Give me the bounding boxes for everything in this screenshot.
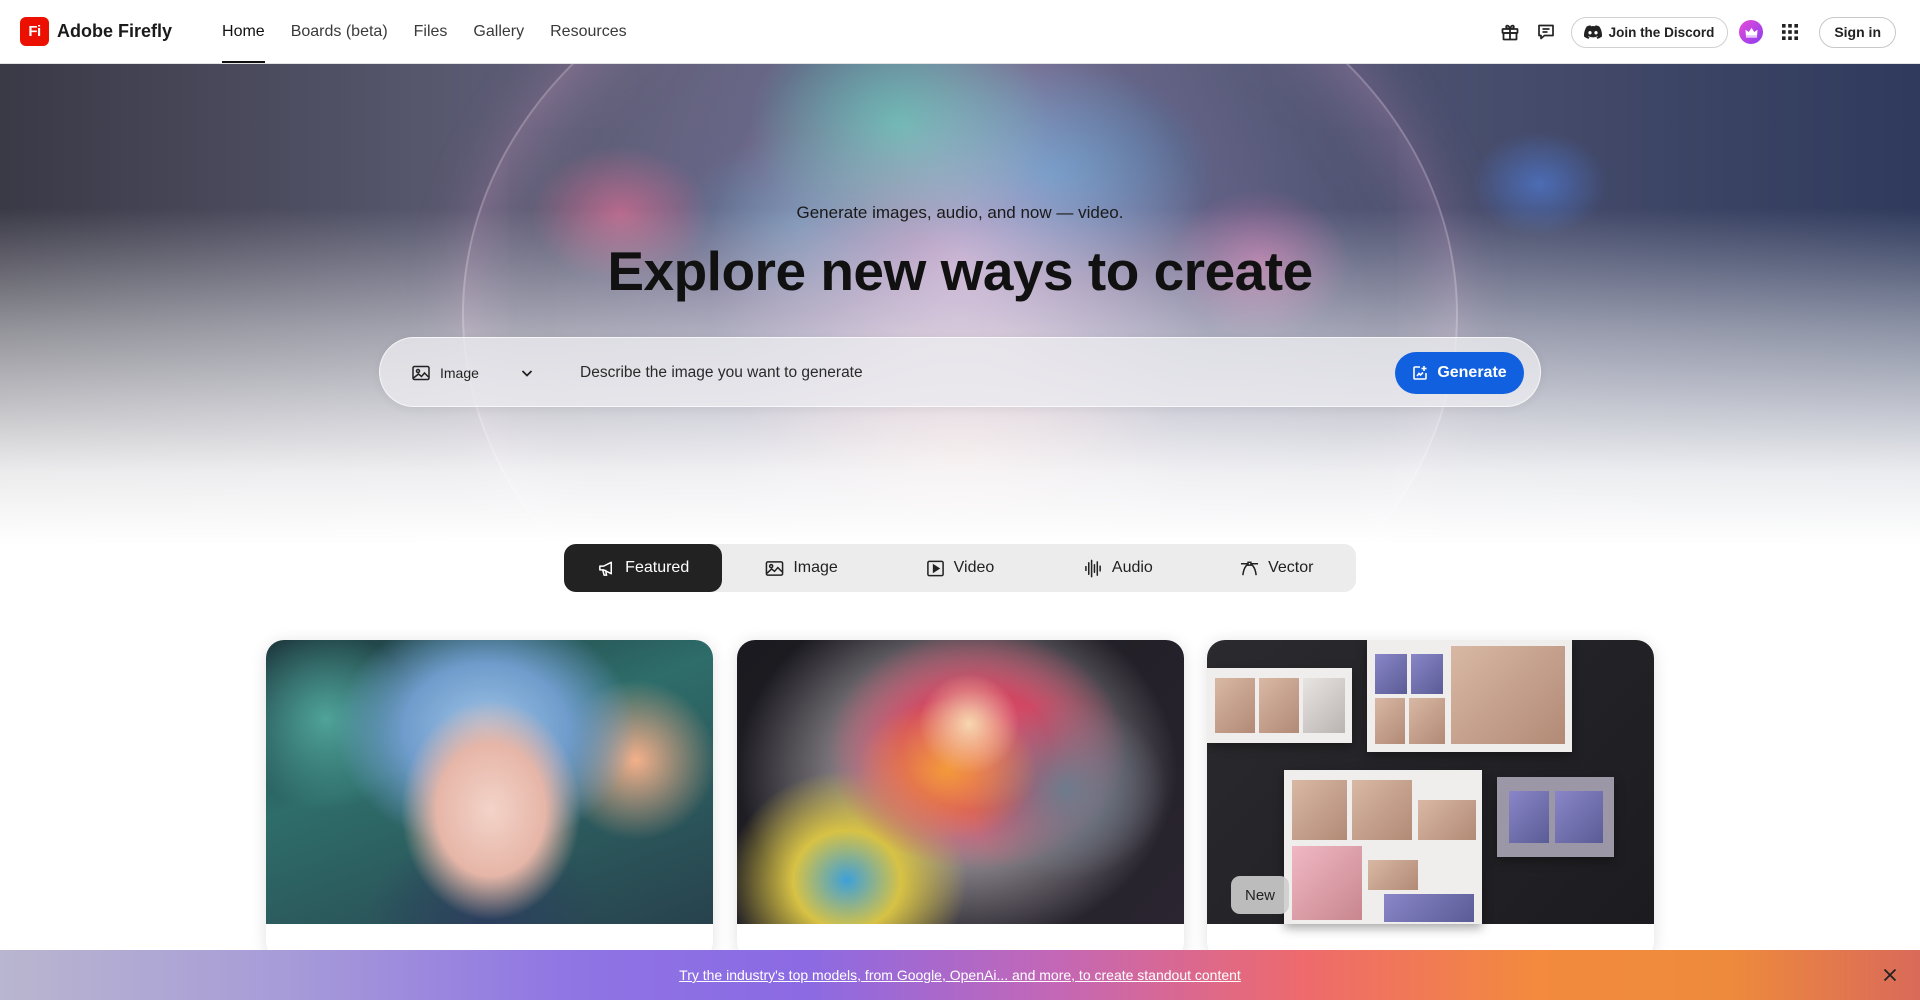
megaphone-icon [599,561,613,576]
nav-resources[interactable]: Resources [550,0,626,64]
join-discord-label: Join the Discord [1608,24,1715,40]
tab-image-label: Image [793,559,838,576]
anime-portrait-card[interactable] [266,640,713,960]
collage-board [1367,640,1572,752]
new-badge: New [1231,876,1290,914]
generation-type-dropdown[interactable]: Image [412,338,542,408]
join-discord-button[interactable]: Join the Discord [1570,16,1729,48]
tab-featured-label: Featured [625,559,690,576]
generate-label: Generate [1437,364,1507,381]
premium-crown-icon[interactable] [1739,20,1764,44]
category-tabs: Featured Image Video Audio Vector [564,544,1356,592]
sign-in-button[interactable]: Sign in [1819,16,1896,48]
hero-title: Explore new ways to create [607,240,1313,302]
brand[interactable]: Fi Adobe Firefly [20,17,172,46]
promo-banner-link[interactable]: Try the industry's top models, from Goog… [679,967,1241,983]
tab-video[interactable]: Video [881,544,1039,592]
generation-type-label: Image [440,365,479,381]
vector-pen-icon [1241,561,1259,575]
nav-home[interactable]: Home [222,0,265,64]
collage-board [1497,777,1614,857]
nav-files[interactable]: Files [414,0,448,64]
generate-icon [1413,366,1428,380]
prompt-bar: Image Generate [379,337,1541,407]
promo-banner: Try the industry's top models, from Goog… [0,950,1920,1000]
nav-actions: Join the Discord Sign in [1491,0,1896,64]
chat-icon[interactable] [1529,15,1563,49]
hero-fade-overlay [0,64,1920,544]
image-icon [412,365,430,381]
tab-vector[interactable]: Vector [1198,544,1356,592]
nav-gallery[interactable]: Gallery [473,0,524,64]
tab-video-label: Video [953,559,995,576]
card-image [266,640,713,924]
firefly-logo-icon: Fi [20,17,49,46]
gift-icon[interactable] [1493,15,1527,49]
brand-name: Adobe Firefly [57,21,173,41]
video-icon [926,560,944,576]
collage-board [1207,668,1352,743]
main-nav: Home Boards (beta) Files Gallery Resourc… [222,0,653,64]
discord-icon [1583,25,1602,39]
tab-audio-label: Audio [1111,559,1153,576]
app-switcher-icon[interactable] [1773,15,1807,49]
chevron-down-icon [521,370,533,377]
tab-vector-label: Vector [1268,559,1314,576]
nav-boards[interactable]: Boards (beta) [291,0,388,64]
card-image [737,640,1184,924]
parrot-card[interactable] [737,640,1184,960]
hero: Generate images, audio, and now — video.… [0,64,1920,544]
prompt-input[interactable] [580,353,1360,393]
hero-subtitle: Generate images, audio, and now — video. [796,203,1124,222]
moodboard-card[interactable]: New [1207,640,1654,960]
tab-audio[interactable]: Audio [1039,544,1197,592]
generate-button[interactable]: Generate [1395,352,1524,394]
collage-board [1284,770,1482,924]
tab-featured[interactable]: Featured [564,544,723,592]
close-icon[interactable] [1878,963,1902,987]
tab-image[interactable]: Image [722,544,880,592]
top-nav: Fi Adobe Firefly Home Boards (beta) File… [0,0,1920,64]
image-icon [766,560,784,576]
audio-waveform-icon [1085,559,1101,577]
card-image: New [1207,640,1654,924]
